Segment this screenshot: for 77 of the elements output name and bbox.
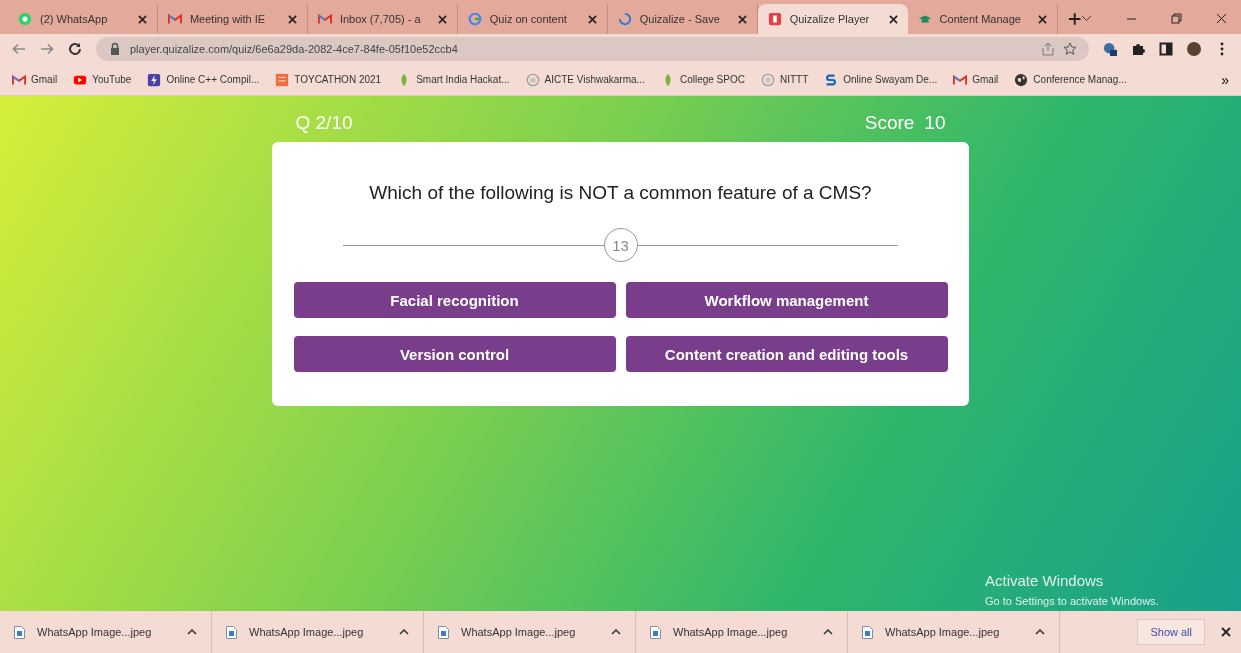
close-tab-icon[interactable] <box>137 14 147 24</box>
extension-globe-icon[interactable] <box>1103 42 1117 56</box>
bookmark-icon <box>275 72 290 87</box>
url-text: player.quizalize.com/quiz/6e6a29da-2082-4ce7-84fe-05f10e52ccb4 <box>130 43 459 55</box>
close-tab-icon[interactable] <box>587 14 597 24</box>
download-item[interactable]: WhatsApp Image...jpeg <box>636 611 848 653</box>
tab-favicon-icon <box>317 12 332 26</box>
more-bookmarks-button[interactable]: » <box>1221 71 1229 88</box>
answer-button[interactable]: Version control <box>293 336 616 372</box>
close-tab-icon[interactable] <box>737 14 747 24</box>
answer-button[interactable]: Workflow management <box>625 282 948 318</box>
score-label: Score <box>864 112 915 134</box>
bookmark[interactable]: Smart India Hackat... <box>397 72 510 87</box>
document-icon <box>862 625 873 639</box>
bookmark-icon <box>1014 72 1029 87</box>
bookmark-icon <box>12 72 26 87</box>
bookmark[interactable]: Gmail <box>953 72 999 87</box>
answer-button[interactable]: Facial recognition <box>293 282 616 318</box>
document-icon <box>14 625 25 639</box>
bookmark[interactable]: TOYCATHON 2021 <box>275 72 382 87</box>
close-tab-icon[interactable] <box>1037 14 1047 24</box>
tab-favicon-icon <box>467 12 482 26</box>
caret-up-icon[interactable] <box>399 629 409 635</box>
bookmark[interactable]: YouTube <box>73 72 132 87</box>
back-arrow-icon[interactable] <box>12 42 26 56</box>
bookmark[interactable]: Conference Manag... <box>1014 72 1127 87</box>
avatar-icon[interactable] <box>1187 42 1201 56</box>
download-item[interactable]: WhatsApp Image...jpeg <box>0 611 212 653</box>
side-panel-icon[interactable] <box>1159 42 1173 56</box>
tab-favicon-icon <box>18 12 32 26</box>
activation-notice-text: Go to Settings to activate Windows. <box>985 595 1159 607</box>
puzzle-piece-icon[interactable] <box>1131 42 1145 56</box>
star-icon[interactable] <box>1063 42 1077 56</box>
bookmark-icon <box>953 72 968 87</box>
download-item[interactable]: WhatsApp Image...jpeg <box>424 611 636 653</box>
document-icon <box>226 625 237 639</box>
download-item[interactable]: WhatsApp Image...jpeg <box>848 611 1060 653</box>
close-icon[interactable] <box>1221 627 1231 637</box>
share-icon[interactable] <box>1041 42 1055 56</box>
caret-up-icon[interactable] <box>823 629 833 635</box>
bookmark[interactable]: Online C++ Compil... <box>147 72 260 87</box>
bookmark[interactable]: NITTT <box>760 72 809 87</box>
tab-favicon-icon <box>617 12 632 26</box>
close-tab-icon[interactable] <box>888 14 898 24</box>
caret-up-icon[interactable] <box>1035 629 1045 635</box>
bookmark-icon <box>525 72 540 87</box>
bookmark-icon <box>760 72 775 87</box>
bookmark[interactable]: College SPOC <box>660 72 745 87</box>
question-text: Which of the following is NOT a common feature of a CMS? <box>369 182 872 204</box>
tab-favicon-icon <box>767 12 782 26</box>
show-all-button[interactable]: Show all <box>1137 619 1205 645</box>
activation-notice-title: Activate Windows <box>985 572 1105 589</box>
reload-icon[interactable] <box>68 42 82 56</box>
close-tab-icon[interactable] <box>287 14 297 24</box>
browser-tab[interactable]: Quizalize Player <box>757 4 908 34</box>
score-value: 10 <box>924 112 946 134</box>
chevron-down-icon[interactable] <box>1081 13 1092 24</box>
new-tab-icon[interactable] <box>1067 12 1081 26</box>
bookmark-icon <box>824 72 839 87</box>
document-icon <box>438 625 449 639</box>
lock-icon <box>108 42 122 56</box>
close-icon[interactable] <box>1216 13 1227 24</box>
bookmark[interactable]: Gmail <box>12 72 58 87</box>
forward-arrow-icon[interactable] <box>40 42 54 56</box>
restore-icon[interactable] <box>1171 13 1182 24</box>
answer-button[interactable]: Content creation and editing tools <box>625 336 948 372</box>
bookmark[interactable]: AICTE Vishwakarma... <box>525 72 645 87</box>
bookmark[interactable]: Online Swayam De... <box>824 72 938 87</box>
document-icon <box>650 625 661 639</box>
caret-up-icon[interactable] <box>187 629 197 635</box>
tab-favicon-icon <box>167 12 182 26</box>
address-bar[interactable]: player.quizalize.com/quiz/6e6a29da-2082-4ce7-84fe-05f10e52ccb4 <box>96 37 1089 61</box>
bookmark-icon <box>147 72 162 87</box>
download-item[interactable]: WhatsApp Image...jpeg <box>212 611 424 653</box>
close-tab-icon[interactable] <box>437 14 447 24</box>
caret-up-icon[interactable] <box>611 629 621 635</box>
question-counter: Q 2/10 <box>295 112 353 134</box>
